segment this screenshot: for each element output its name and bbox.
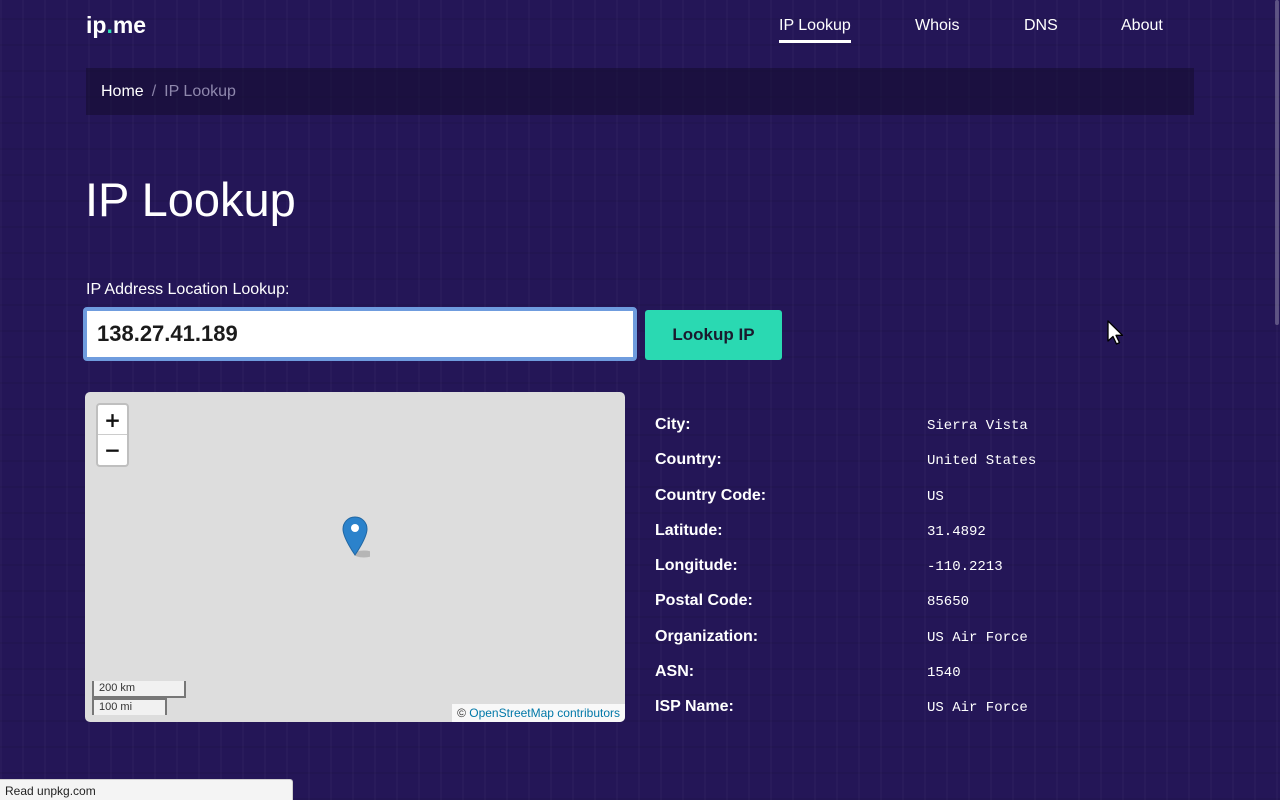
detail-row-latitude: Latitude: 31.4892 (655, 522, 1195, 557)
nav-dns[interactable]: DNS (1024, 17, 1058, 35)
detail-value: United States (927, 453, 1037, 470)
zoom-control: + − (96, 403, 129, 467)
detail-row-longitude: Longitude: -110.2213 (655, 557, 1195, 592)
ip-address-input[interactable] (83, 307, 637, 361)
detail-row-country: Country: United States (655, 451, 1195, 486)
site-logo[interactable]: ip.me (86, 12, 146, 39)
page-title: IP Lookup (85, 173, 296, 226)
lookup-ip-button[interactable]: Lookup IP (645, 310, 782, 360)
breadcrumb-home[interactable]: Home (101, 83, 144, 100)
detail-value: US (927, 488, 944, 505)
detail-label: Latitude: (655, 521, 723, 539)
mouse-cursor-icon (1107, 320, 1124, 345)
page-scrollbar[interactable] (1274, 0, 1280, 800)
detail-value: 31.4892 (927, 523, 986, 540)
breadcrumb-current: IP Lookup (164, 83, 236, 100)
attribution-copyright: © (457, 706, 466, 720)
detail-row-postal-code: Postal Code: 85650 (655, 592, 1195, 627)
detail-label: Organization: (655, 627, 759, 645)
top-navbar: ip.me IP Lookup Whois DNS About (0, 0, 1280, 56)
nav-ip-lookup[interactable]: IP Lookup (779, 17, 851, 43)
detail-value: 85650 (927, 594, 970, 611)
detail-value: -110.2213 (927, 559, 1003, 576)
scale-mi: 100 mi (92, 698, 167, 715)
nav-about[interactable]: About (1121, 17, 1163, 35)
brand-prefix: ip (86, 12, 107, 38)
detail-row-city: City: Sierra Vista (655, 416, 1195, 451)
detail-row-asn: ASN: 1540 (655, 663, 1195, 698)
map-marker-icon[interactable] (342, 516, 370, 558)
scale-km: 200 km (92, 681, 186, 698)
ip-lookup-label: IP Address Location Lookup: (86, 281, 290, 298)
detail-row-organization: Organization: US Air Force (655, 628, 1195, 663)
detail-value: US Air Force (927, 629, 1028, 646)
zoom-in-button[interactable]: + (98, 405, 127, 435)
detail-row-isp-name: ISP Name: US Air Force (655, 698, 1195, 733)
scrollbar-thumb[interactable] (1275, 0, 1279, 325)
detail-label: ASN: (655, 663, 695, 681)
location-map[interactable]: + − 200 km 100 mi © OpenStreetMap contri… (85, 392, 625, 722)
detail-label: Longitude: (655, 557, 738, 575)
detail-label: Country Code: (655, 486, 767, 504)
detail-value: Sierra Vista (927, 418, 1028, 434)
browser-status-bar: Read unpkg.com (0, 779, 293, 800)
nav-whois[interactable]: Whois (915, 17, 959, 35)
brand-suffix: me (112, 12, 147, 38)
detail-row-country-code: Country Code: US (655, 487, 1195, 522)
detail-label: Country: (655, 451, 722, 469)
breadcrumb-separator: / (151, 83, 157, 100)
breadcrumb: Home / IP Lookup (86, 68, 1194, 115)
detail-label: ISP Name: (655, 698, 734, 716)
map-attribution: © OpenStreetMap contributors (452, 704, 625, 722)
detail-label: City: (655, 416, 691, 433)
detail-label: Postal Code: (655, 592, 753, 610)
detail-value: 1540 (927, 665, 961, 682)
ip-details: City: Sierra Vista Country: United State… (655, 416, 1195, 734)
openstreetmap-link[interactable]: OpenStreetMap contributors (469, 706, 620, 720)
detail-value: US Air Force (927, 700, 1028, 717)
zoom-out-button[interactable]: − (98, 435, 127, 465)
